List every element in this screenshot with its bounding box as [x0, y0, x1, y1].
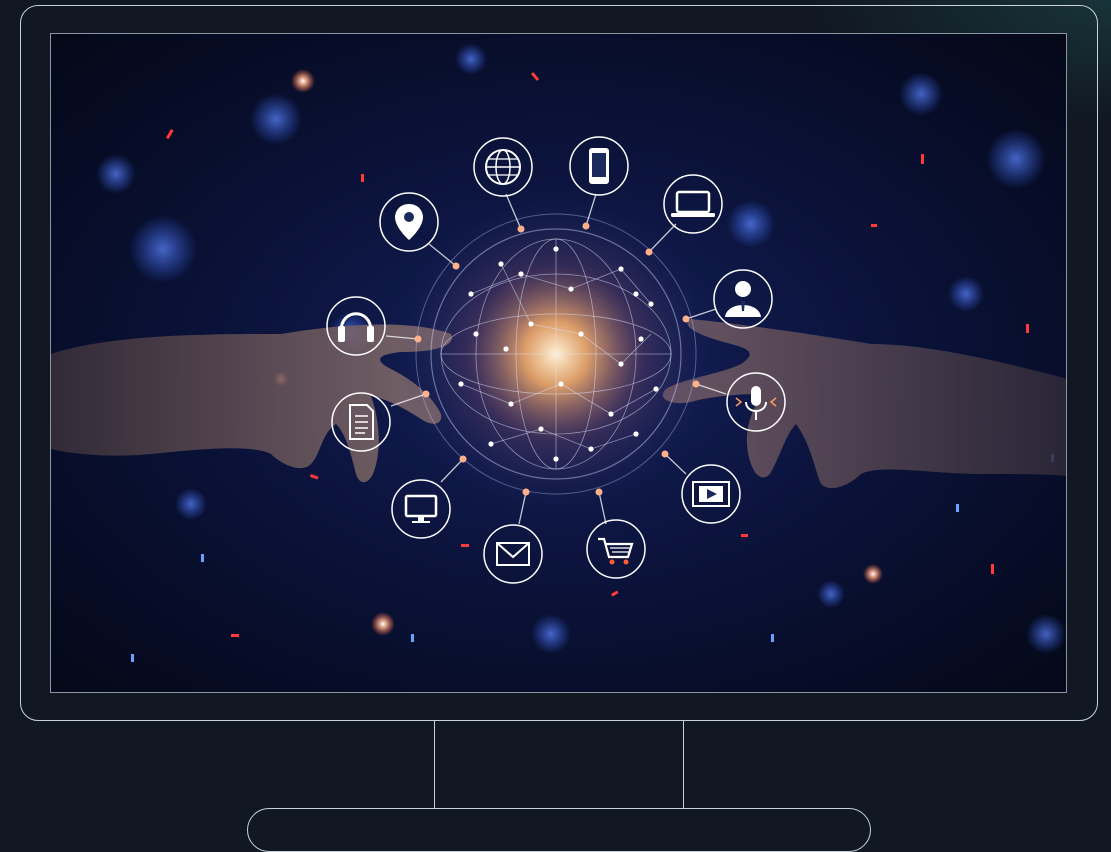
network-illustration: [51, 34, 1066, 692]
monitor-stand-neck: [434, 721, 684, 809]
monitor-stand-base: [247, 808, 871, 852]
monitor-screen: [50, 33, 1067, 693]
